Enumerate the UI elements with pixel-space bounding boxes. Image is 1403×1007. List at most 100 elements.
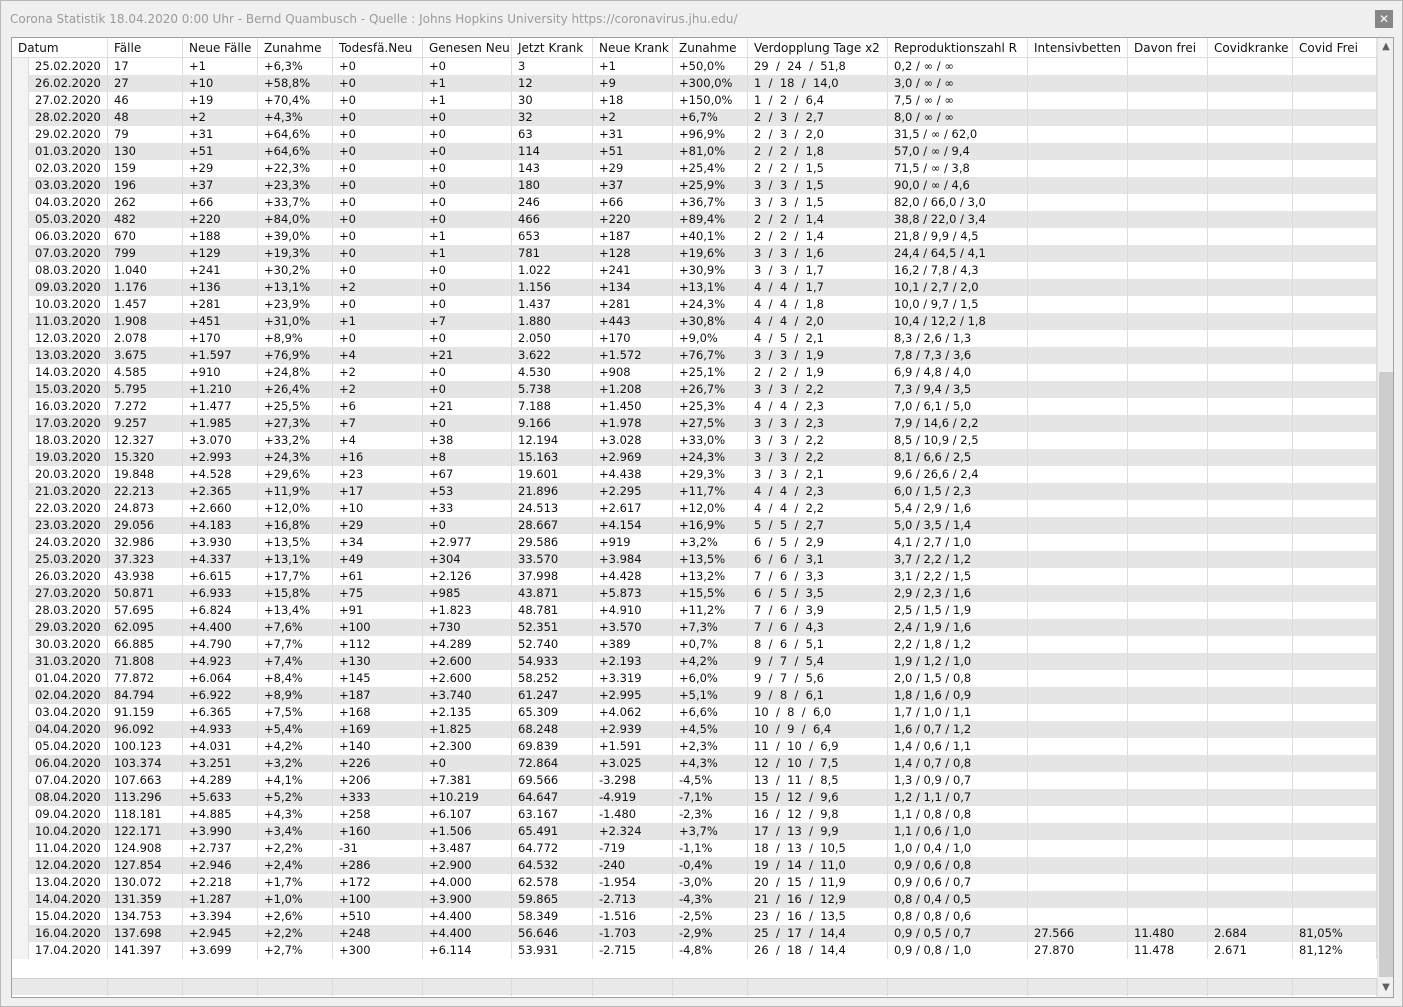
table-cell[interactable]: +4.289 — [183, 772, 258, 789]
table-cell[interactable]: +89,4% — [673, 211, 748, 228]
table-cell[interactable]: 7,5 / ∞ / ∞ — [888, 92, 1028, 109]
table-cell[interactable] — [1208, 619, 1293, 636]
table-cell[interactable]: 10,0 / 9,7 / 1,5 — [888, 296, 1028, 313]
row-indicator[interactable] — [12, 262, 29, 279]
table-cell[interactable]: 12.04.2020 — [29, 857, 108, 874]
table-cell[interactable]: +4.428 — [593, 568, 673, 585]
table-cell[interactable]: 29.02.2020 — [29, 126, 108, 143]
table-cell[interactable] — [1293, 823, 1377, 840]
table-cell[interactable] — [1293, 687, 1377, 704]
table-cell[interactable] — [1208, 891, 1293, 908]
table-row[interactable]: 08.04.2020 113.296 +5.633 +5,2% +333 +10.219 6… — [12, 789, 1377, 806]
table-cell[interactable]: +2.135 — [423, 704, 512, 721]
table-cell[interactable]: +0 — [333, 126, 423, 143]
table-row[interactable]: 02.03.2020 159 +29 +22,3% +0 +0 143 +29 +25,4% 2 … — [12, 160, 1377, 177]
table-cell[interactable]: 24.03.2020 — [29, 534, 108, 551]
table-cell[interactable] — [1208, 313, 1293, 330]
table-cell[interactable]: 31,5 / ∞ / 62,0 — [888, 126, 1028, 143]
table-cell[interactable] — [1128, 296, 1208, 313]
table-cell[interactable]: 33.570 — [512, 551, 593, 568]
row-indicator[interactable] — [12, 908, 29, 925]
table-cell[interactable]: +7,5% — [258, 704, 333, 721]
table-cell[interactable]: +443 — [593, 313, 673, 330]
table-cell[interactable] — [1128, 364, 1208, 381]
table-cell[interactable]: +2,2% — [258, 925, 333, 942]
table-cell[interactable]: 0,8 / 0,4 / 0,5 — [888, 891, 1028, 908]
table-cell[interactable]: 2.684 — [1208, 925, 1293, 942]
table-cell[interactable] — [1028, 755, 1128, 772]
table-cell[interactable] — [1028, 585, 1128, 602]
table-cell[interactable] — [1208, 415, 1293, 432]
table-cell[interactable]: +2,6% — [258, 908, 333, 925]
table-cell[interactable]: -4,5% — [673, 772, 748, 789]
table-cell[interactable] — [1293, 330, 1377, 347]
table-cell[interactable] — [1208, 330, 1293, 347]
table-cell[interactable]: +3,2% — [258, 755, 333, 772]
table-cell[interactable]: 3 — [512, 58, 593, 75]
table-cell[interactable]: +8,4% — [258, 670, 333, 687]
table-cell[interactable]: +134 — [593, 279, 673, 296]
table-cell[interactable]: 3 / 3 / 2,1 — [748, 466, 888, 483]
table-cell[interactable]: 8,0 / ∞ / ∞ — [888, 109, 1028, 126]
table-cell[interactable] — [1128, 602, 1208, 619]
close-button[interactable]: ✕ — [1375, 10, 1393, 28]
table-cell[interactable]: +2.946 — [183, 857, 258, 874]
table-cell[interactable]: +3,2% — [673, 534, 748, 551]
table-row[interactable]: 19.03.2020 15.320 +2.993 +24,3% +16 +8 15.163 +… — [12, 449, 1377, 466]
table-cell[interactable] — [1128, 483, 1208, 500]
table-cell[interactable] — [1293, 109, 1377, 126]
table-cell[interactable] — [1208, 483, 1293, 500]
table-cell[interactable]: -719 — [593, 840, 673, 857]
column-header[interactable]: Verdopplung Tage x2 — [748, 38, 888, 58]
table-cell[interactable]: +10.219 — [423, 789, 512, 806]
table-cell[interactable]: +4.438 — [593, 466, 673, 483]
table-cell[interactable]: +2.193 — [593, 653, 673, 670]
table-cell[interactable] — [1128, 585, 1208, 602]
table-cell[interactable]: +2,7% — [258, 942, 333, 959]
table-cell[interactable]: 10 / 9 / 6,4 — [748, 721, 888, 738]
table-cell[interactable]: 0,9 / 0,8 / 1,0 — [888, 942, 1028, 959]
table-cell[interactable]: 1,4 / 0,6 / 1,1 — [888, 738, 1028, 755]
table-row[interactable]: 02.04.2020 84.794 +6.922 +8,9% +187 +3.740 61.… — [12, 687, 1377, 704]
table-cell[interactable] — [1128, 143, 1208, 160]
table-cell[interactable]: +1.978 — [593, 415, 673, 432]
table-cell[interactable]: 1.908 — [108, 313, 183, 330]
table-cell[interactable]: +0 — [333, 92, 423, 109]
table-cell[interactable]: +51 — [183, 143, 258, 160]
table-cell[interactable] — [1293, 619, 1377, 636]
table-cell[interactable]: +730 — [423, 619, 512, 636]
table-cell[interactable]: +6.933 — [183, 585, 258, 602]
table-cell[interactable] — [1293, 636, 1377, 653]
table-cell[interactable]: +18 — [593, 92, 673, 109]
table-cell[interactable]: 2.078 — [108, 330, 183, 347]
table-cell[interactable]: 100.123 — [108, 738, 183, 755]
table-cell[interactable] — [1293, 568, 1377, 585]
table-cell[interactable] — [1293, 279, 1377, 296]
table-row[interactable]: 04.03.2020 262 +66 +33,7% +0 +0 246 +66 +36,7% 3 … — [12, 194, 1377, 211]
table-cell[interactable]: 12.03.2020 — [29, 330, 108, 347]
table-cell[interactable] — [1028, 602, 1128, 619]
table-cell[interactable] — [1128, 58, 1208, 75]
table-cell[interactable] — [1128, 92, 1208, 109]
table-cell[interactable]: +13,2% — [673, 568, 748, 585]
table-cell[interactable]: +2.218 — [183, 874, 258, 891]
table-cell[interactable] — [1128, 262, 1208, 279]
row-indicator[interactable] — [12, 551, 29, 568]
table-row[interactable]: 26.02.2020 27 +10 +58,8% +0 +1 12 +9 +300,0% 1 / … — [12, 75, 1377, 92]
table-cell[interactable]: 48.781 — [512, 602, 593, 619]
table-cell[interactable]: 14.03.2020 — [29, 364, 108, 381]
table-cell[interactable] — [1293, 704, 1377, 721]
table-cell[interactable]: +51 — [593, 143, 673, 160]
row-indicator[interactable] — [12, 415, 29, 432]
table-cell[interactable]: 7,8 / 7,3 / 3,6 — [888, 347, 1028, 364]
table-cell[interactable]: +2.126 — [423, 568, 512, 585]
table-cell[interactable]: 26 / 18 / 14,4 — [748, 942, 888, 959]
column-header[interactable]: Fälle — [108, 38, 183, 58]
table-cell[interactable]: +25,9% — [673, 177, 748, 194]
table-cell[interactable] — [1028, 619, 1128, 636]
table-row[interactable]: 28.03.2020 57.695 +6.824 +13,4% +91 +1.823 48.… — [12, 602, 1377, 619]
table-cell[interactable]: +6,0% — [673, 670, 748, 687]
table-cell[interactable]: +4.031 — [183, 738, 258, 755]
table-cell[interactable] — [1208, 92, 1293, 109]
table-cell[interactable]: 25.03.2020 — [29, 551, 108, 568]
